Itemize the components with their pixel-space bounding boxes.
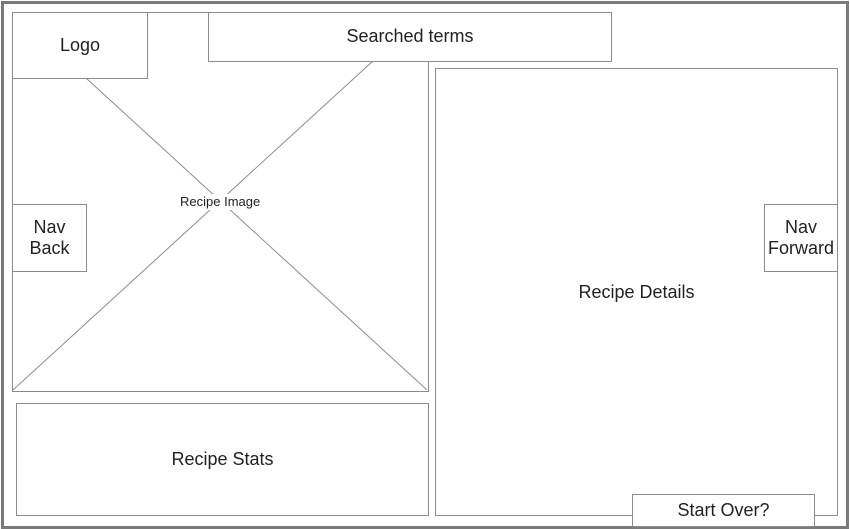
nav-forward-label: Nav Forward	[767, 217, 834, 258]
recipe-stats-panel: Recipe Stats	[16, 403, 429, 516]
searched-terms-label: Searched terms	[346, 26, 474, 46]
nav-back-button[interactable]: Nav Back	[12, 204, 87, 272]
start-over-button[interactable]: Start Over?	[632, 494, 815, 527]
nav-back-label: Nav Back	[29, 217, 70, 258]
nav-forward-button[interactable]: Nav Forward	[764, 204, 838, 272]
recipe-details-label: Recipe Details	[578, 281, 695, 302]
start-over-label: Start Over?	[677, 500, 770, 520]
logo[interactable]: Logo	[12, 12, 148, 79]
recipe-image-label: Recipe Image	[179, 194, 262, 210]
cross-line-1	[86, 78, 428, 391]
searched-terms-box[interactable]: Searched terms	[208, 12, 612, 62]
recipe-stats-label: Recipe Stats	[171, 449, 274, 469]
recipe-details-panel: Recipe Details	[435, 68, 838, 516]
logo-label: Logo	[59, 35, 101, 55]
